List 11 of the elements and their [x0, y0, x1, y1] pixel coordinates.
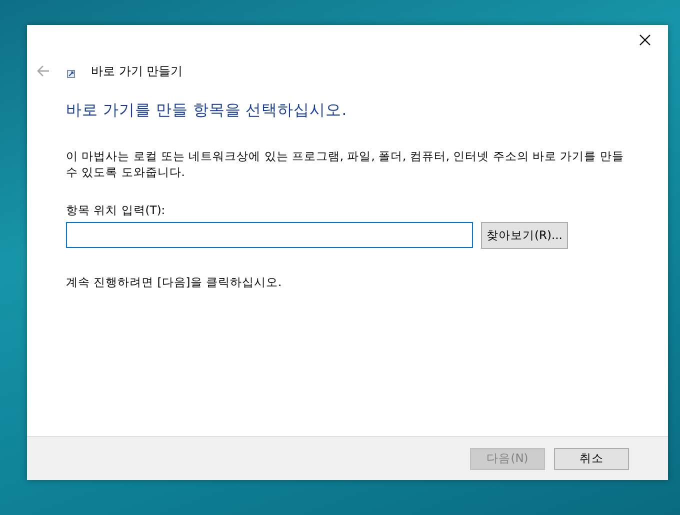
browse-button[interactable]: 찾아보기(R)... [481, 222, 568, 249]
cancel-button[interactable]: 취소 [554, 448, 629, 470]
shortcut-icon [67, 70, 75, 78]
instruction-text: 계속 진행하려면 [다음]을 클릭하십시오. [66, 275, 283, 290]
wizard-heading: 바로 가기를 만들 항목을 선택하십시오. [66, 100, 348, 121]
location-field[interactable] [66, 222, 473, 248]
description-text: 이 마법사는 로컬 또는 네트워크상에 있는 프로그램, 파일, 폴더, 컴퓨터, 인터넷 주소의 바로 가기를 만들 수 있도록 도와줍니다. [66, 148, 625, 180]
window-title: 바로 가기 만들기 [91, 62, 183, 80]
back-arrow-icon[interactable] [35, 63, 51, 79]
location-label: 항목 위치 입력(T): [66, 203, 166, 218]
close-icon [639, 34, 651, 46]
